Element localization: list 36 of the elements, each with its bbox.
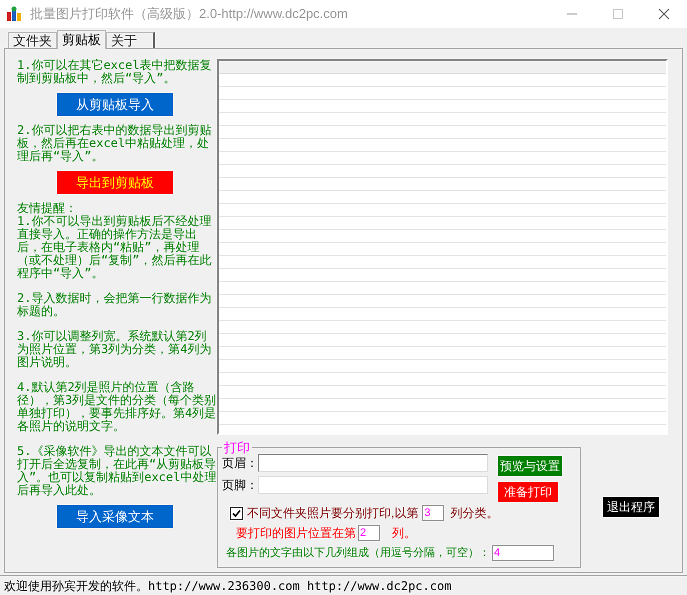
instruction-text: 2.你可以把右表中的数据导出到剪贴板，然后再在excel中粘贴处理，处理后再“导入”。	[17, 124, 212, 163]
option-label: 列。	[392, 525, 416, 542]
app-icon	[6, 6, 22, 22]
tip-text: 5.《采像软件》导出的文本文件可以打开后全选复制，在此再“从剪贴板导入”。也可以复制粘贴到excel中处理后再导入此处。	[17, 445, 217, 497]
column-input[interactable]: 3	[422, 505, 444, 521]
preview-button[interactable]: 预览与设置	[498, 456, 562, 476]
tips-heading: 友情提醒：	[17, 202, 78, 215]
option-label: 要打印的图片位置在第	[236, 525, 356, 542]
status-text: 欢迎使用孙宾开发的软件。http://www.236300.com http://www.dc2pc.com	[4, 578, 452, 594]
tip-text: 3.你可以调整列宽。系统默认第2列为照片位置，第3列为分类，第4列为图片说明。	[17, 330, 212, 369]
data-grid[interactable]	[217, 59, 668, 435]
tab[interactable]: 剪贴板	[57, 30, 106, 49]
tip-text: 1.你不可以导出到剪贴板后不经处理直接导入。正确的操作方法是导出后，在电子表格内“粘贴”，再处理（或不处理）后“复制”，然后再在此程序中“导入”。	[17, 215, 212, 280]
instruction-text: 1.你可以在其它excel表中把数据复制到剪贴板中，然后“导入”。	[17, 59, 213, 85]
field-label: 页脚：	[222, 477, 258, 494]
group-title: 打印	[223, 441, 251, 454]
field-label: 页眉：	[222, 455, 258, 472]
option-label: 列分类。	[450, 505, 498, 522]
caption-input[interactable]: 4	[492, 545, 554, 561]
check-icon	[232, 508, 241, 518]
print-button[interactable]: 准备打印	[498, 482, 558, 502]
column-input[interactable]: 2	[358, 525, 380, 541]
header-input[interactable]	[258, 454, 488, 472]
footer-input[interactable]	[258, 476, 488, 494]
checkbox[interactable]	[230, 506, 243, 520]
action-button[interactable]: 导入采像文本	[57, 505, 173, 528]
action-button[interactable]: 导出到剪贴板	[57, 171, 173, 194]
tab[interactable]: 文件夹	[8, 32, 57, 48]
exit-button[interactable]: 退出程序	[603, 497, 659, 517]
tab[interactable]: 关于	[106, 32, 155, 48]
tip-text: 4.默认第2列是照片的位置（含路径），第3列是文件的分类（每个类别单独打印），要事先排序好。第4列是各照片的说明文字。	[17, 381, 217, 433]
action-button[interactable]: 从剪贴板导入	[57, 93, 173, 116]
option-label: 各图片的文字由以下几列组成（用逗号分隔，可空）：	[226, 546, 490, 560]
window-title: 批量图片打印软件（高级版）2.0-http://www.dc2pc.com	[30, 5, 348, 24]
option-label: 不同文件夹照片要分别打印,以第	[247, 505, 418, 522]
tip-text: 2.导入数据时，会把第一行数据作为标题的。	[17, 292, 212, 318]
